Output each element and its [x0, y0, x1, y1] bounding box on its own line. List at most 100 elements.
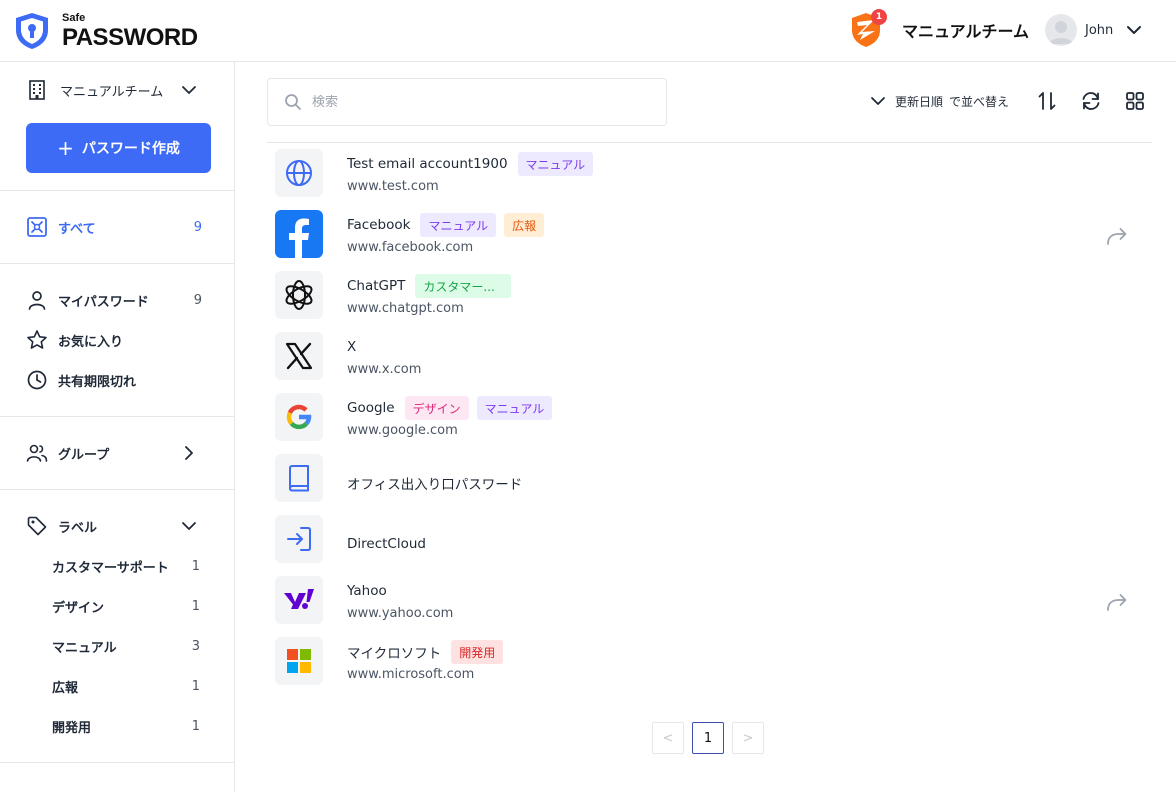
password-row-x[interactable]: X www.x.com — [267, 327, 1152, 387]
label-name: デザイン — [52, 600, 105, 616]
sidebar-label-customer-support[interactable]: カスタマーサポート 1 — [52, 556, 204, 576]
team-switcher[interactable]: 1 マニュアルチーム — [850, 9, 1030, 50]
tag-manual: マニュアル — [476, 396, 553, 420]
password-row-facebook[interactable]: Facebook マニュアル 広報 www.facebook.com — [267, 205, 1152, 265]
search-input[interactable] — [312, 94, 642, 110]
label-name: カスタマーサポート — [52, 560, 169, 576]
globe-icon — [286, 160, 312, 186]
password-row-microsoft[interactable]: マイクロソフト 開発用 www.microsoft.com — [267, 632, 1152, 692]
password-row-test-email[interactable]: Test email account1900 マニュアル www.test.co… — [267, 144, 1152, 204]
brand-password-text: PASSWORD — [62, 23, 198, 51]
tag-pr: 広報 — [504, 213, 545, 237]
divider — [0, 416, 234, 417]
sidebar-item-favorites[interactable]: お気に入り — [26, 328, 206, 352]
chevron-down-icon — [182, 86, 196, 94]
users-icon — [26, 444, 48, 462]
sidebar: マニュアルチーム + パスワード作成 すべて 9 マイパスワード 9 お気に入り — [0, 62, 235, 792]
x-icon — [285, 342, 313, 370]
user-icon — [28, 291, 46, 310]
row-url: www.chatgpt.com — [347, 301, 464, 316]
row-title: マイクロソフト — [347, 646, 442, 662]
create-password-button[interactable]: + パスワード作成 — [26, 123, 211, 173]
notification-badge[interactable]: 1 — [871, 9, 887, 25]
yahoo-icon — [284, 589, 314, 609]
password-row-chatgpt[interactable]: ChatGPT カスタマー... www.chatgpt.com — [267, 266, 1152, 326]
login-icon — [287, 527, 311, 551]
row-title: Test email account1900 — [347, 156, 508, 172]
sidebar-item-expired[interactable]: 共有期限切れ — [26, 368, 206, 392]
chevron-right-icon — [185, 446, 193, 460]
divider — [267, 142, 1152, 143]
row-icon — [275, 271, 323, 319]
row-icon — [275, 576, 323, 624]
password-row-yahoo[interactable]: Yahoo www.yahoo.com — [267, 571, 1152, 631]
app-header: Safe PASSWORD 1 マニュアルチーム John — [0, 0, 1176, 62]
sidebar-item-label: すべて — [58, 221, 96, 237]
row-icon — [275, 149, 323, 197]
sidebar-item-count: 9 — [193, 219, 202, 235]
avatar-icon — [1049, 21, 1073, 44]
row-url: www.yahoo.com — [347, 606, 454, 621]
team-logo: 1 — [850, 9, 887, 48]
sidebar-item-label: 共有期限切れ — [58, 374, 137, 390]
facebook-icon — [289, 218, 309, 258]
sidebar-item-groups[interactable]: グループ — [26, 441, 206, 465]
sidebar-item-label: ラベル — [58, 520, 98, 536]
all-items-icon — [27, 217, 47, 237]
share-icon[interactable] — [1105, 225, 1129, 247]
row-title: DirectCloud — [347, 536, 426, 552]
row-icon — [275, 515, 323, 563]
sort-dropdown[interactable]: 更新日順 で並べ替え — [869, 90, 1009, 112]
sidebar-label-manual[interactable]: マニュアル 3 — [52, 636, 204, 656]
row-url: www.google.com — [347, 423, 458, 438]
label-name: 広報 — [52, 680, 79, 696]
plus-icon: + — [57, 136, 74, 160]
sidebar-item-label: グループ — [58, 447, 110, 463]
chevron-down-icon — [871, 97, 885, 105]
sidebar-item-label: マイパスワード — [58, 294, 149, 310]
sidebar-item-my-passwords[interactable]: マイパスワード 9 — [26, 288, 206, 312]
row-title: Yahoo — [347, 583, 387, 599]
label-count: 1 — [191, 558, 200, 574]
sort-icon[interactable] — [1036, 90, 1058, 112]
sidebar-label-pr[interactable]: 広報 1 — [52, 676, 204, 696]
sidebar-team-selector[interactable]: マニュアルチーム — [26, 78, 206, 102]
pagination-page-1[interactable]: 1 — [692, 722, 724, 754]
sort-field: 更新日順 — [895, 94, 944, 109]
user-menu[interactable]: John — [1045, 12, 1143, 48]
building-icon — [29, 80, 45, 100]
row-title: X — [347, 339, 357, 355]
tag-dev: 開発用 — [451, 640, 504, 664]
divider — [0, 489, 234, 490]
brand-logo[interactable]: Safe PASSWORD — [14, 12, 198, 50]
label-count: 1 — [191, 678, 200, 694]
password-row-office-door[interactable]: オフィス出入り口パスワード — [267, 449, 1152, 509]
sidebar-item-all[interactable]: すべて 9 — [26, 215, 206, 239]
create-password-label: パスワード作成 — [81, 141, 180, 157]
star-icon — [27, 330, 47, 349]
grid-icon[interactable] — [1124, 90, 1146, 112]
google-icon — [286, 404, 312, 430]
sidebar-label-dev[interactable]: 開発用 1 — [52, 716, 204, 736]
clock-icon — [27, 370, 47, 390]
search-box[interactable] — [267, 78, 667, 126]
pagination-prev-button[interactable]: < — [652, 722, 684, 754]
label-count: 1 — [191, 718, 200, 734]
header-team-name: マニュアルチーム — [902, 22, 1030, 41]
row-url: www.facebook.com — [347, 240, 474, 255]
row-icon — [275, 332, 323, 380]
label-count: 3 — [191, 638, 200, 654]
tag-customer-support: カスタマー... — [415, 274, 512, 298]
refresh-icon[interactable] — [1080, 90, 1102, 112]
password-row-google[interactable]: Google デザイン マニュアル www.google.com — [267, 388, 1152, 448]
row-url: www.microsoft.com — [347, 667, 475, 682]
sidebar-label-design[interactable]: デザイン 1 — [52, 596, 204, 616]
row-url: www.test.com — [347, 179, 439, 194]
sidebar-item-labels[interactable]: ラベル — [26, 514, 206, 538]
password-row-directcloud[interactable]: DirectCloud — [267, 510, 1152, 570]
share-icon[interactable] — [1105, 591, 1129, 613]
search-icon — [285, 94, 301, 110]
sidebar-team-label: マニュアルチーム — [60, 84, 164, 100]
pagination-next-button[interactable]: > — [732, 722, 764, 754]
row-icon — [275, 637, 323, 685]
